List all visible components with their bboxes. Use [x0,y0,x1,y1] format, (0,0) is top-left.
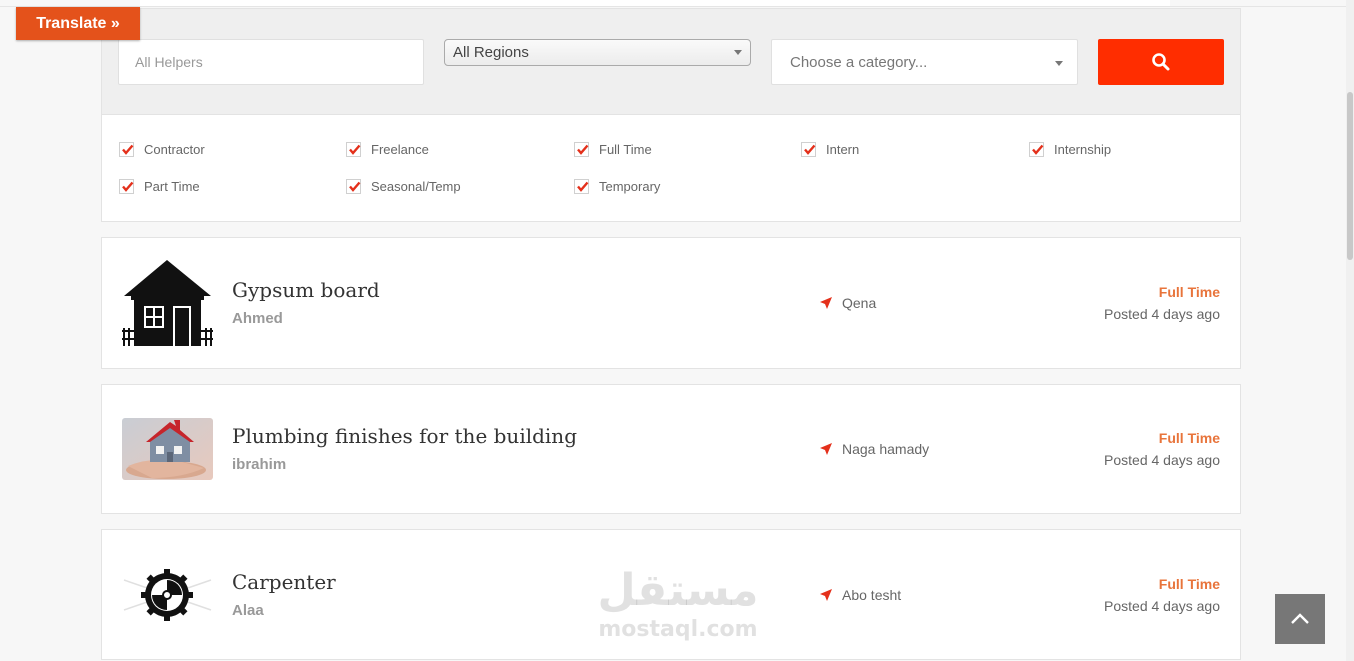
job-type-full-time[interactable]: Full Time [574,142,652,157]
job-type-label: Part Time [144,179,200,194]
job-posted-date: Posted 4 days ago [1104,306,1220,322]
job-location: Abo tesht [820,587,901,603]
page-scrollbar[interactable] [1346,0,1354,661]
job-type-contractor[interactable]: Contractor [119,142,205,157]
category-select-placeholder: Choose a category... [790,53,928,71]
checkmark-icon [577,181,589,192]
job-type-internship[interactable]: Internship [1029,142,1111,157]
location-arrow-icon [820,443,832,455]
chevron-down-icon [734,50,742,55]
job-title[interactable]: Plumbing finishes for the building [232,424,577,448]
job-location-label: Naga hamady [842,441,930,457]
job-location: Naga hamady [820,441,929,457]
job-location-label: Abo tesht [842,587,902,603]
job-posted-date: Posted 4 days ago [1104,598,1220,614]
job-location-label: Qena [842,295,877,311]
job-type-filters: Contractor Freelance Full Time Intern In… [102,115,1240,221]
region-select[interactable]: All Regions [444,39,751,66]
job-listing[interactable]: Plumbing finishes for the building ibrah… [101,384,1241,514]
checkmark-icon [349,144,361,155]
job-type-label: Freelance [371,142,429,157]
checkbox[interactable] [1029,142,1044,157]
job-posted-date: Posted 4 days ago [1104,452,1220,468]
job-title[interactable]: Carpenter [232,570,336,594]
chevron-up-icon [1291,613,1309,624]
checkmark-icon [804,144,816,155]
job-type-badge: Full Time [1158,430,1220,446]
job-type-label: Intern [826,142,860,157]
top-strip [0,0,1354,8]
chevron-down-icon [1055,61,1063,66]
job-title[interactable]: Gypsum board [232,278,380,302]
job-type-badge: Full Time [1158,284,1220,300]
category-select[interactable]: Choose a category... [771,39,1078,85]
house-icon [122,260,213,348]
house-in-hand-image [122,418,213,480]
checkbox[interactable] [574,142,589,157]
job-type-temporary[interactable]: Temporary [574,179,660,194]
job-type-label: Internship [1054,142,1112,157]
checkbox[interactable] [801,142,816,157]
job-company: ibrahim [232,456,287,473]
job-filter-form: All Regions Choose a category... Contrac… [101,8,1241,222]
checkbox[interactable] [346,142,361,157]
job-listing[interactable]: Carpenter Alaa Abo tesht Full Time Poste… [101,529,1241,660]
search-bar: All Regions Choose a category... [102,9,1240,115]
region-select-value: All Regions [453,44,529,61]
translate-button[interactable]: Translate » [16,7,140,40]
checkmark-icon [1032,144,1044,155]
search-button[interactable] [1098,39,1224,85]
location-arrow-icon [820,297,832,309]
job-type-label: Seasonal/Temp [371,179,461,194]
checkbox[interactable] [119,179,134,194]
job-type-intern[interactable]: Intern [801,142,859,157]
job-type-part-time[interactable]: Part Time [119,179,200,194]
scroll-to-top-button[interactable] [1275,594,1325,644]
job-type-badge: Full Time [1158,576,1220,592]
job-type-label: Full Time [599,142,652,157]
job-company: Alaa [232,602,264,619]
job-listing[interactable]: Gypsum board Ahmed Qena Full Time Posted… [101,237,1241,369]
checkmark-icon [122,181,134,192]
job-type-seasonal-temp[interactable]: Seasonal/Temp [346,179,461,194]
search-icon [1152,53,1170,71]
checkmark-icon [122,144,134,155]
job-type-label: Contractor [144,142,205,157]
checkmark-icon [577,144,589,155]
job-company: Ahmed [232,310,283,327]
job-type-freelance[interactable]: Freelance [346,142,429,157]
saw-blade-icon [122,560,213,630]
checkmark-icon [349,181,361,192]
location-arrow-icon [820,589,832,601]
checkbox[interactable] [119,142,134,157]
checkbox[interactable] [574,179,589,194]
job-type-label: Temporary [599,179,661,194]
checkbox[interactable] [346,179,361,194]
helpers-search-input[interactable] [118,39,424,85]
job-location: Qena [820,295,876,311]
scrollbar-thumb[interactable] [1347,92,1353,260]
